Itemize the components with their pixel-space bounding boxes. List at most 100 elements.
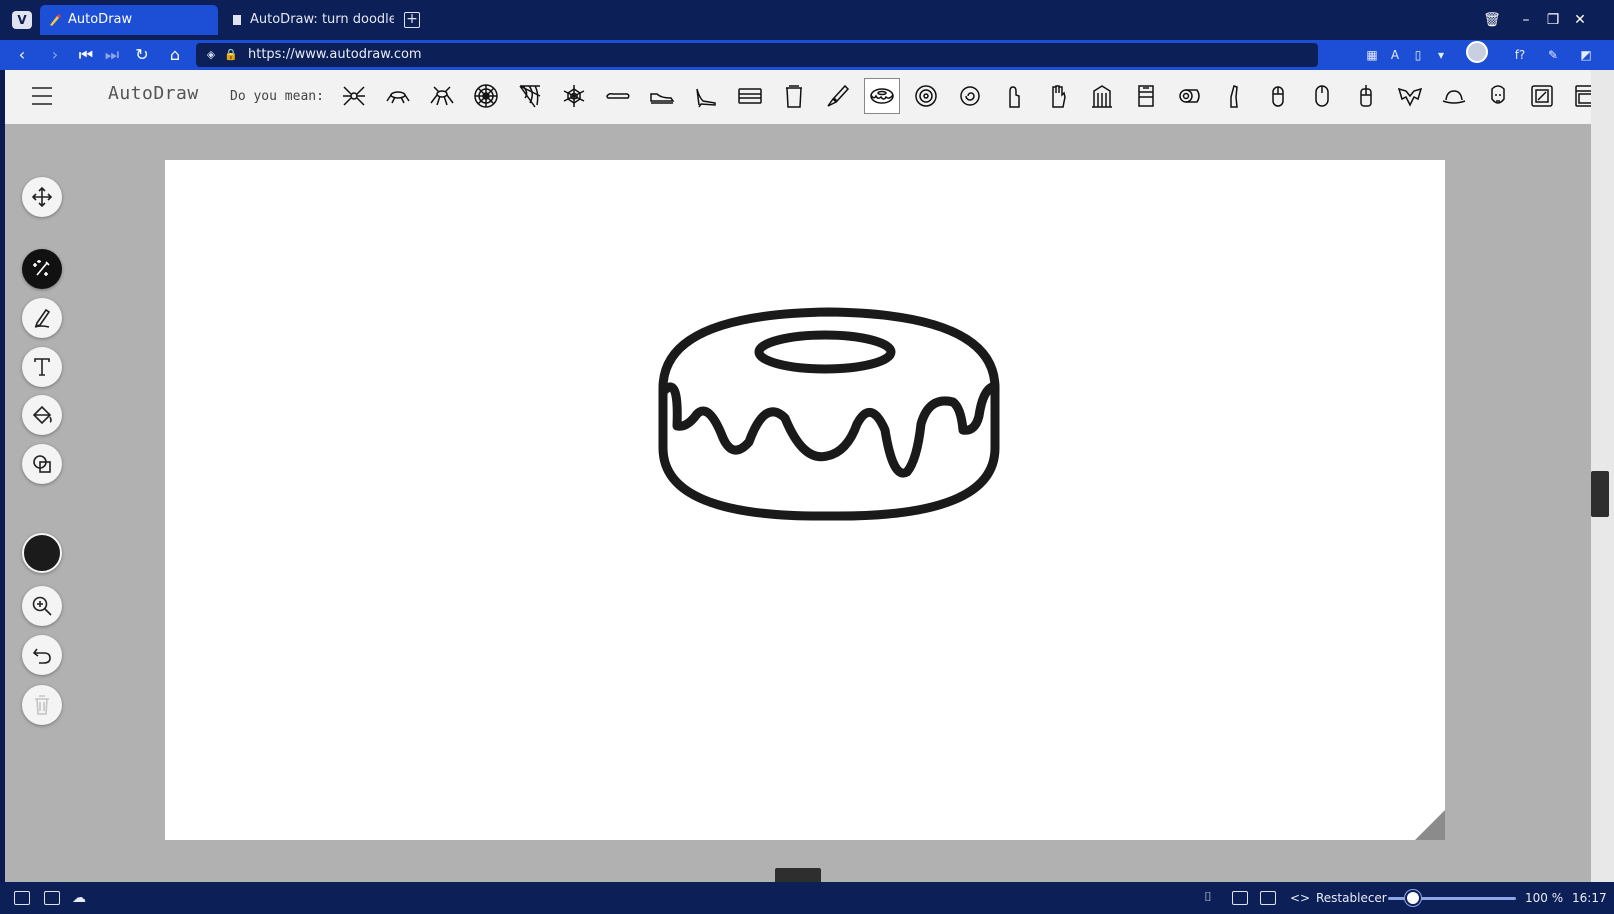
zoom-tool[interactable] bbox=[22, 586, 62, 626]
shape-tool[interactable] bbox=[22, 444, 62, 484]
panel-toggle-icon[interactable] bbox=[14, 891, 30, 905]
computer-mouse-icon[interactable] bbox=[1304, 78, 1340, 114]
suggestion-list bbox=[336, 78, 1591, 114]
fill-tool[interactable] bbox=[22, 395, 62, 435]
tab-bar: V AutoDraw AutoDraw: turn doodles in + 🗑… bbox=[0, 0, 1614, 40]
oven-icon[interactable] bbox=[1568, 78, 1591, 114]
delete-tool[interactable] bbox=[22, 685, 62, 725]
page-icon bbox=[233, 15, 241, 25]
remote-icon[interactable] bbox=[1348, 78, 1384, 114]
url-field[interactable]: ◈ 🔒 https://www.autodraw.com bbox=[196, 43, 1318, 67]
web-icon[interactable] bbox=[556, 78, 592, 114]
restore-icon[interactable]: ❐ bbox=[1543, 10, 1563, 30]
pen-icon[interactable]: ✎ bbox=[1545, 47, 1561, 63]
address-bar: ‹ › ⏮ ⏭ ↻ ⌂ ◈ 🔒 https://www.autodraw.com… bbox=[0, 40, 1614, 70]
finger-icon[interactable] bbox=[1216, 78, 1252, 114]
face-icon[interactable] bbox=[1480, 78, 1516, 114]
translate-icon[interactable]: A bbox=[1387, 47, 1403, 63]
function-icon[interactable]: f? bbox=[1512, 47, 1528, 63]
tab-autodraw[interactable]: AutoDraw bbox=[40, 5, 218, 35]
reset-zoom-button[interactable]: Restablecer bbox=[1316, 891, 1387, 905]
profile-avatar[interactable] bbox=[1466, 41, 1488, 63]
vertical-scrollbar-thumb[interactable] bbox=[1591, 471, 1609, 517]
spider-icon[interactable] bbox=[336, 78, 372, 114]
app-title: AutoDraw bbox=[108, 83, 199, 104]
trash-icon[interactable]: 🗑 bbox=[1482, 10, 1502, 30]
corner-web-icon[interactable] bbox=[512, 78, 548, 114]
qr-code-icon[interactable]: ▦ bbox=[1364, 47, 1380, 63]
home-button[interactable]: ⌂ bbox=[165, 45, 185, 65]
cookie-icon[interactable] bbox=[908, 78, 944, 114]
hat-icon[interactable] bbox=[1436, 78, 1472, 114]
status-bar: ☁ ⌷ <> Restablecer 100 % 16:17 bbox=[0, 882, 1614, 914]
donut-drawing[interactable] bbox=[657, 306, 1003, 522]
camera-icon[interactable]: ⌷ bbox=[1204, 891, 1212, 905]
trash-can-icon[interactable] bbox=[776, 78, 812, 114]
glove-icon[interactable] bbox=[1040, 78, 1076, 114]
close-icon[interactable]: ✕ bbox=[1570, 10, 1590, 30]
text-icon bbox=[34, 358, 50, 376]
color-picker[interactable] bbox=[22, 533, 62, 573]
type-tool[interactable] bbox=[22, 347, 62, 387]
frame-icon[interactable] bbox=[1524, 78, 1560, 114]
autodraw-tool[interactable] bbox=[22, 249, 62, 289]
vivaldi-menu-icon[interactable]: V bbox=[12, 11, 32, 29]
bookmark-icon[interactable]: ▯ bbox=[1410, 47, 1426, 63]
snail-icon[interactable] bbox=[952, 78, 988, 114]
cloud-sync-icon[interactable]: ☁ bbox=[72, 891, 86, 905]
move-icon bbox=[31, 186, 53, 208]
sneaker-icon[interactable] bbox=[644, 78, 680, 114]
window-icon[interactable] bbox=[1232, 891, 1248, 905]
shapes-icon bbox=[33, 455, 51, 473]
reload-button[interactable]: ↻ bbox=[132, 45, 152, 65]
drawing-canvas[interactable] bbox=[165, 160, 1445, 840]
fast-forward-button[interactable]: ⏭ bbox=[102, 45, 122, 65]
zoom-level: 100 % bbox=[1525, 891, 1564, 905]
image-icon[interactable] bbox=[1260, 891, 1276, 905]
draw-tool[interactable] bbox=[22, 298, 62, 338]
clock: 16:17 bbox=[1572, 891, 1607, 905]
tab-title: AutoDraw: turn doodles in bbox=[250, 12, 394, 27]
mouse-icon[interactable] bbox=[1260, 78, 1296, 114]
tab-autodraw-about[interactable]: AutoDraw: turn doodles in bbox=[222, 5, 394, 35]
url-text[interactable]: https://www.autodraw.com bbox=[248, 43, 422, 67]
hamburger-menu-icon[interactable] bbox=[32, 87, 52, 105]
move-tool[interactable] bbox=[22, 177, 62, 217]
paint-bucket-icon bbox=[32, 405, 52, 425]
bat-icon[interactable] bbox=[1392, 78, 1428, 114]
hand-icon[interactable] bbox=[996, 78, 1032, 114]
theme-icon[interactable]: ◩ bbox=[1578, 47, 1594, 63]
tape-icon[interactable] bbox=[1128, 78, 1164, 114]
brush-icon[interactable] bbox=[820, 78, 856, 114]
bug-icon[interactable] bbox=[424, 78, 460, 114]
zoom-in-icon bbox=[32, 596, 52, 616]
tray-icon[interactable] bbox=[732, 78, 768, 114]
back-button[interactable]: ‹ bbox=[12, 45, 32, 65]
building-icon[interactable] bbox=[1084, 78, 1120, 114]
undo-icon bbox=[32, 648, 51, 664]
high-heel-icon[interactable] bbox=[688, 78, 724, 114]
pencil-icon bbox=[34, 308, 51, 328]
chevron-down-icon[interactable]: ▾ bbox=[1433, 47, 1449, 63]
tape-roll-icon[interactable] bbox=[1172, 78, 1208, 114]
code-icon[interactable]: <> bbox=[1290, 891, 1310, 905]
skateboard-icon[interactable] bbox=[600, 78, 636, 114]
shield-icon[interactable]: ◈ bbox=[204, 48, 218, 62]
autodraw-sparkle-icon bbox=[33, 260, 50, 276]
zoom-slider-handle[interactable] bbox=[1405, 890, 1421, 906]
rewind-button[interactable]: ⏮ bbox=[76, 45, 96, 65]
spiderweb-icon[interactable] bbox=[468, 78, 504, 114]
app-toolbar: AutoDraw Do you mean: bbox=[5, 70, 1591, 124]
new-tab-button[interactable]: + bbox=[404, 12, 420, 28]
undo-tool[interactable] bbox=[22, 635, 62, 675]
tab-title: AutoDraw bbox=[68, 12, 133, 27]
canvas-resize-handle[interactable] bbox=[1415, 810, 1445, 840]
minimize-icon[interactable]: – bbox=[1516, 10, 1536, 30]
forward-button[interactable]: › bbox=[45, 45, 65, 65]
autodraw-page: AutoDraw Do you mean: bbox=[5, 70, 1591, 882]
tab-tiling-icon[interactable] bbox=[44, 891, 60, 905]
suggestions-label: Do you mean: bbox=[230, 89, 324, 104]
autodraw-favicon-icon bbox=[50, 14, 61, 26]
donut-icon[interactable] bbox=[864, 78, 900, 114]
ant-icon[interactable] bbox=[380, 78, 416, 114]
